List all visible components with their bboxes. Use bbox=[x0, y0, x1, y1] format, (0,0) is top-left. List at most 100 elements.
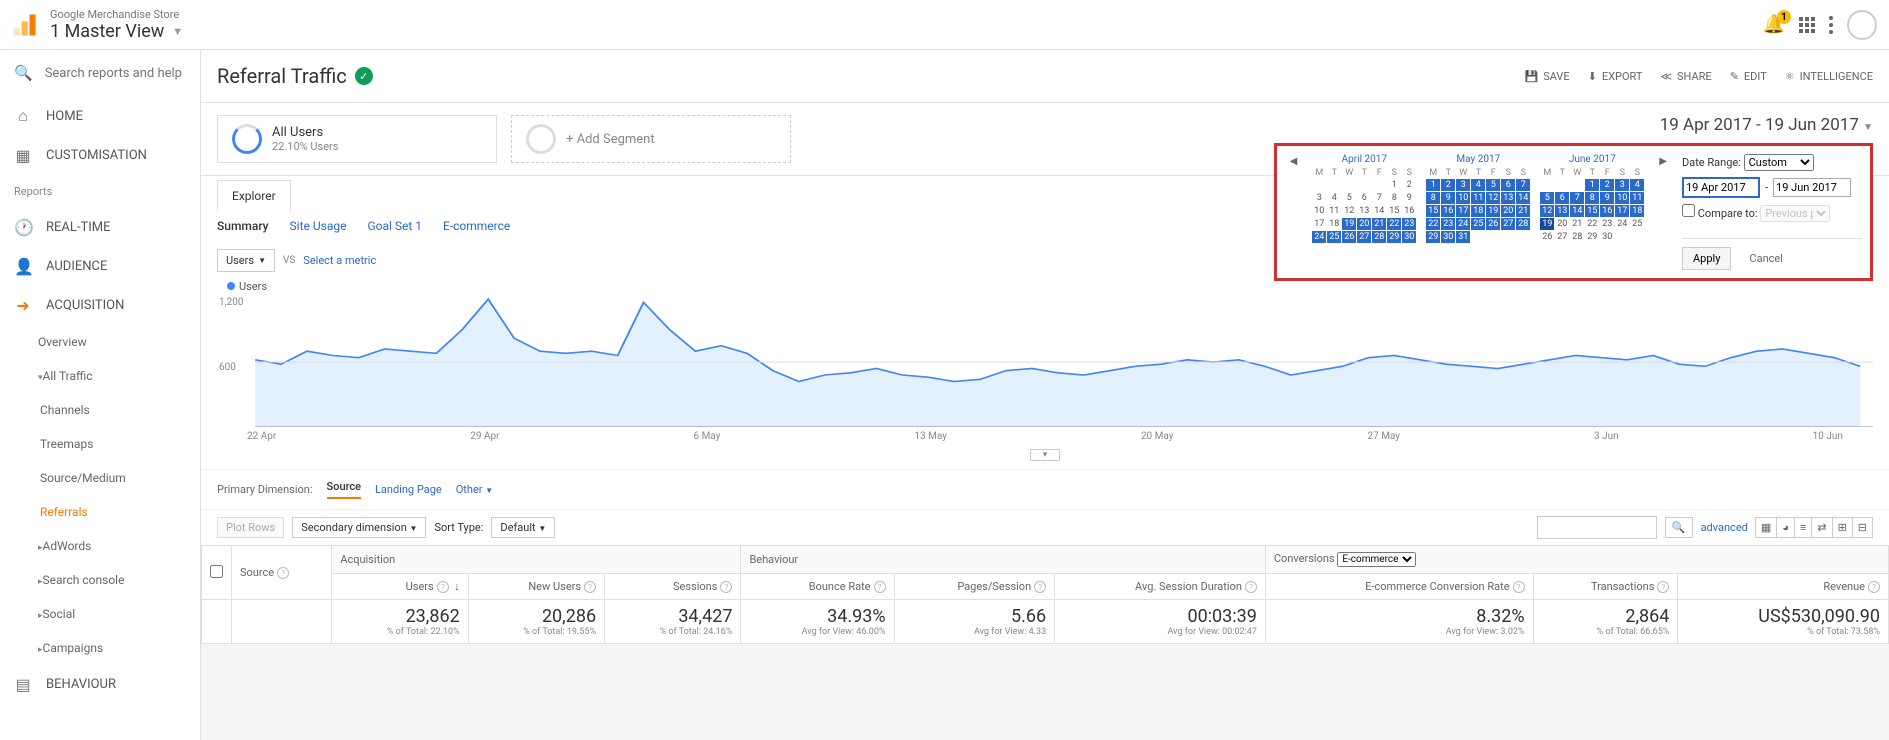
reports-header: Reports bbox=[0, 175, 200, 208]
nav-behaviour[interactable]: ▤BEHAVIOUR bbox=[0, 665, 200, 704]
group-behaviour: Behaviour bbox=[741, 546, 1265, 574]
compare-select: Previous period bbox=[1760, 205, 1830, 222]
cancel-button[interactable]: Cancel bbox=[1739, 247, 1792, 270]
x-axis: 22 Apr29 Apr6 May13 May20 May27 May3 Jun… bbox=[217, 427, 1873, 446]
dim-landing-page[interactable]: Landing Page bbox=[375, 483, 442, 496]
intelligence-button[interactable]: ⚛INTELLIGENCE bbox=[1785, 70, 1873, 83]
nav-home[interactable]: ⌂HOME bbox=[0, 96, 200, 136]
sort-type-select[interactable]: Default ▼ bbox=[491, 517, 555, 538]
acquisition-icon: ➜ bbox=[14, 296, 32, 315]
col-pps[interactable]: Pages/Session? bbox=[894, 574, 1055, 600]
search-input[interactable] bbox=[45, 66, 186, 81]
subtab-summary[interactable]: Summary bbox=[217, 219, 269, 233]
calendar-june[interactable]: MTWTFSS123456789101112131415161718192021… bbox=[1540, 168, 1644, 243]
dashboard-icon: ▦ bbox=[14, 146, 32, 165]
nav-social[interactable]: ▸Social bbox=[0, 597, 200, 631]
date-to-input[interactable] bbox=[1773, 178, 1851, 197]
export-button[interactable]: ⬇EXPORT bbox=[1588, 70, 1643, 83]
nav-source-medium[interactable]: Source/Medium bbox=[0, 461, 200, 495]
behaviour-icon: ▤ bbox=[14, 675, 32, 694]
nav-referrals[interactable]: Referrals bbox=[0, 495, 200, 529]
date-range-type[interactable]: Custom bbox=[1744, 154, 1814, 171]
nav-customisation[interactable]: ▦CUSTOMISATION bbox=[0, 136, 200, 175]
apply-button[interactable]: Apply bbox=[1682, 247, 1731, 270]
chevron-down-icon: ▼ bbox=[172, 25, 183, 38]
nav-all-traffic[interactable]: ▾All Traffic bbox=[0, 359, 200, 393]
view-percentage-icon[interactable]: ◕ bbox=[1776, 517, 1795, 538]
conversions-select[interactable]: E-commerce bbox=[1337, 552, 1416, 567]
tab-explorer[interactable]: Explorer bbox=[217, 180, 291, 211]
compare-checkbox[interactable] bbox=[1682, 204, 1695, 217]
edit-button[interactable]: ✎EDIT bbox=[1730, 70, 1767, 83]
nav-overview[interactable]: Overview bbox=[0, 325, 200, 359]
segment-circle-empty-icon bbox=[526, 124, 556, 154]
calendar-month-label: April 2017 bbox=[1312, 154, 1416, 165]
calendar-april[interactable]: MTWTFSS123456789101112131415161718192021… bbox=[1312, 168, 1416, 243]
date-from-input[interactable] bbox=[1682, 177, 1760, 198]
chevron-down-icon: ▼ bbox=[410, 524, 418, 533]
vs-label: VS bbox=[283, 255, 295, 266]
nav-adwords[interactable]: ▸AdWords bbox=[0, 529, 200, 563]
col-users[interactable]: Users? ↓ bbox=[332, 574, 468, 600]
chevron-down-icon: ▼ bbox=[258, 256, 266, 265]
view-selector[interactable]: 1 Master View ▼ bbox=[50, 21, 1763, 42]
add-segment-button[interactable]: + Add Segment bbox=[511, 115, 791, 163]
dim-other[interactable]: Other ▼ bbox=[456, 483, 493, 496]
more-icon[interactable] bbox=[1829, 16, 1833, 34]
chevron-down-icon: ▼ bbox=[538, 524, 546, 533]
date-range-panel: ◀ April 2017 MTWTFSS123456789101112131415… bbox=[1274, 143, 1873, 281]
dim-source[interactable]: Source bbox=[327, 480, 361, 499]
metric-selector[interactable]: Users ▼ bbox=[217, 249, 275, 272]
nav-acquisition[interactable]: ➜ACQUISITION bbox=[0, 286, 200, 325]
view-cloud-icon[interactable]: ⊟ bbox=[1852, 517, 1873, 538]
nav-realtime[interactable]: 🕐REAL-TIME bbox=[0, 208, 200, 247]
col-new-users[interactable]: New Users? bbox=[468, 574, 604, 600]
segment-all-users[interactable]: All Users 22.10% Users bbox=[217, 115, 497, 163]
calendar-month-label: May 2017 bbox=[1426, 154, 1530, 165]
subtab-site-usage[interactable]: Site Usage bbox=[290, 219, 347, 233]
col-sessions[interactable]: Sessions? bbox=[605, 574, 741, 600]
table-search-input[interactable] bbox=[1537, 516, 1657, 539]
view-comparison-icon[interactable]: ⇄ bbox=[1811, 517, 1832, 538]
share-button[interactable]: ≪SHARE bbox=[1660, 70, 1711, 83]
nav-audience[interactable]: 👤AUDIENCE bbox=[0, 247, 200, 286]
notifications-icon[interactable]: 🔔1 bbox=[1763, 14, 1785, 35]
subtab-ecommerce[interactable]: E-commerce bbox=[443, 219, 510, 233]
account-name: Google Merchandise Store bbox=[50, 8, 1763, 21]
subtab-goal1[interactable]: Goal Set 1 bbox=[367, 219, 422, 233]
y-tick: 600 bbox=[219, 362, 236, 373]
nav-search-console[interactable]: ▸Search console bbox=[0, 563, 200, 597]
calendar-may[interactable]: MTWTFSS123456789101112131415161718192021… bbox=[1426, 168, 1530, 243]
col-ecr[interactable]: E-commerce Conversion Rate? bbox=[1265, 574, 1533, 600]
chart-expand-handle[interactable]: ▾ bbox=[1030, 449, 1061, 461]
intelligence-icon: ⚛ bbox=[1785, 70, 1795, 83]
view-table-icon[interactable]: ▦ bbox=[1755, 517, 1777, 538]
date-range-display[interactable]: 19 Apr 2017 - 19 Jun 2017 ▼ bbox=[1660, 115, 1873, 135]
calendar-next-button[interactable]: ▶ bbox=[1654, 154, 1672, 169]
view-performance-icon[interactable]: ≡ bbox=[1794, 517, 1812, 538]
line-chart[interactable] bbox=[217, 297, 1873, 427]
col-trans[interactable]: Transactions? bbox=[1533, 574, 1678, 600]
pencil-icon: ✎ bbox=[1730, 70, 1739, 83]
nav-channels[interactable]: Channels bbox=[0, 393, 200, 427]
col-source[interactable]: Source bbox=[240, 566, 274, 579]
select-all-checkbox[interactable] bbox=[210, 565, 223, 578]
nav-treemaps[interactable]: Treemaps bbox=[0, 427, 200, 461]
col-asd[interactable]: Avg. Session Duration? bbox=[1055, 574, 1266, 600]
save-button[interactable]: 💾SAVE bbox=[1524, 70, 1569, 83]
calendar-prev-button[interactable]: ◀ bbox=[1285, 154, 1303, 169]
avatar[interactable] bbox=[1847, 10, 1877, 40]
table-search-button[interactable]: 🔍 bbox=[1665, 517, 1693, 538]
view-pivot-icon[interactable]: ⊞ bbox=[1832, 517, 1853, 538]
advanced-link[interactable]: advanced bbox=[1701, 521, 1748, 534]
select-metric-link[interactable]: Select a metric bbox=[303, 254, 376, 267]
verified-icon: ✓ bbox=[355, 67, 373, 85]
secondary-dimension-select[interactable]: Secondary dimension ▼ bbox=[292, 517, 426, 538]
col-bounce[interactable]: Bounce Rate? bbox=[741, 574, 894, 600]
col-rev[interactable]: Revenue? bbox=[1678, 574, 1889, 600]
chart-legend: Users bbox=[227, 280, 1873, 293]
help-icon[interactable]: ? bbox=[277, 567, 289, 579]
apps-icon[interactable] bbox=[1799, 17, 1815, 33]
nav-campaigns[interactable]: ▸Campaigns bbox=[0, 631, 200, 665]
sort-type-label: Sort Type: bbox=[434, 521, 483, 534]
